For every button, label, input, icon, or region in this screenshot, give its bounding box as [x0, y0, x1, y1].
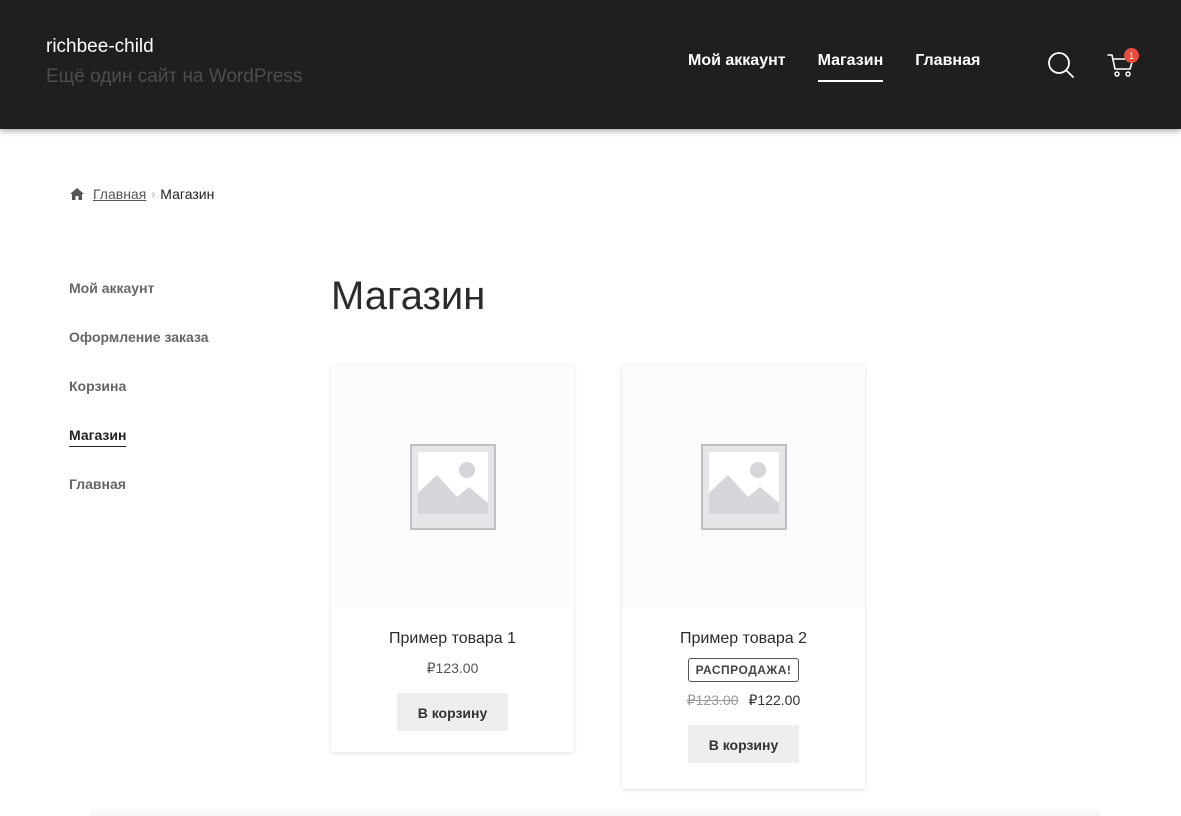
home-icon — [70, 188, 84, 200]
breadcrumb-current: Магазин — [160, 186, 215, 202]
breadcrumb-home-link[interactable]: Главная — [93, 186, 146, 202]
product-card: Пример товара 2 РАСПРОДАЖА! ₽123.00 ₽122.… — [622, 365, 865, 789]
cart-count-badge: 1 — [1124, 48, 1139, 63]
site-header: richbee-child Ещё один сайт на WordPress… — [0, 0, 1181, 129]
footer-edge — [90, 808, 1100, 816]
nav-item-shop[interactable]: Магазин — [817, 52, 883, 82]
sidebar-item-my-account[interactable]: Мой аккаунт — [69, 280, 154, 299]
site-title[interactable]: richbee-child — [46, 36, 154, 58]
sale-badge: РАСПРОДАЖА! — [687, 658, 800, 682]
add-to-cart-button[interactable]: В корзину — [397, 693, 508, 731]
old-price: ₽123.00 — [686, 692, 739, 708]
breadcrumb-separator: › — [151, 187, 156, 201]
search-icon[interactable] — [1047, 51, 1075, 79]
nav-item-home[interactable]: Главная — [915, 52, 980, 82]
product-title[interactable]: Пример товара 1 — [331, 630, 574, 650]
site-description: Ещё один сайт на WordPress — [46, 66, 303, 87]
product-price: ₽123.00 ₽122.00 — [622, 692, 865, 709]
product-card: Пример товара 1 ₽123.00 В корзину — [331, 365, 574, 752]
placeholder-image-icon — [700, 443, 787, 530]
sidebar-nav: Мой аккаунт Оформление заказа Корзина Ма… — [69, 280, 209, 525]
sale-price: ₽122.00 — [748, 692, 801, 708]
product-thumbnail[interactable] — [622, 365, 865, 608]
nav-item-my-account[interactable]: Мой аккаунт — [688, 52, 786, 82]
primary-nav: Мой аккаунт Магазин Главная — [688, 52, 980, 82]
page-title: Магазин — [331, 274, 486, 318]
product-thumbnail[interactable] — [331, 365, 574, 608]
product-title[interactable]: Пример товара 2 — [622, 630, 865, 650]
placeholder-image-icon — [409, 443, 496, 530]
sidebar-item-shop[interactable]: Магазин — [69, 427, 127, 447]
breadcrumb: Главная › Магазин — [69, 186, 214, 202]
sidebar-item-home[interactable]: Главная — [69, 476, 126, 495]
add-to-cart-button[interactable]: В корзину — [688, 725, 799, 763]
product-price: ₽123.00 — [426, 660, 479, 676]
sidebar-item-cart[interactable]: Корзина — [69, 378, 126, 397]
sidebar-item-checkout[interactable]: Оформление заказа — [69, 329, 209, 348]
